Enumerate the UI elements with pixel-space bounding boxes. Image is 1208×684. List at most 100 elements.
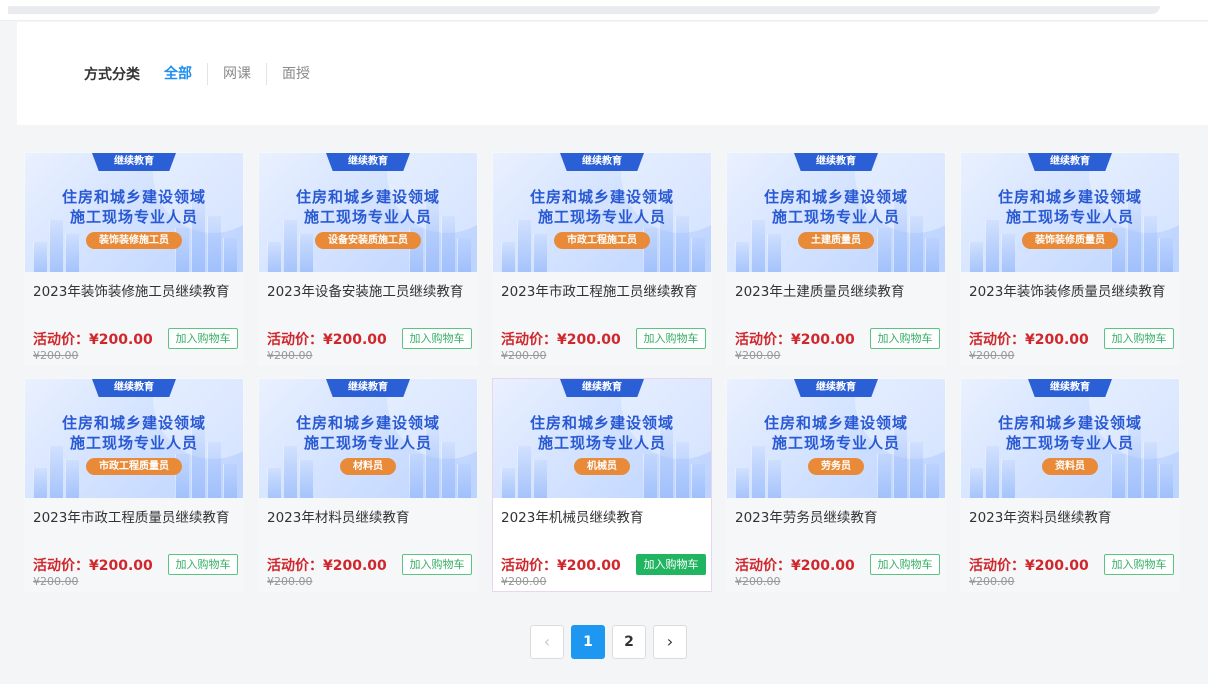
- sale-price: 活动价：¥200.00: [267, 558, 387, 574]
- banner-decoration: [767, 460, 781, 498]
- course-title[interactable]: 2023年装饰装修质量员继续教育: [969, 280, 1165, 300]
- banner-title-line1: 住房和城乡建设领域: [529, 188, 674, 206]
- banner-decoration: [299, 460, 313, 498]
- add-to-cart-button[interactable]: 加入购物车: [402, 328, 472, 349]
- banner-decoration: [267, 468, 281, 498]
- banner-decoration: [517, 446, 531, 498]
- course-title[interactable]: 2023年市政工程质量员继续教育: [33, 506, 229, 526]
- add-to-cart-button[interactable]: 加入购物车: [636, 328, 706, 349]
- banner-decoration: [223, 238, 237, 272]
- banner-decoration: [1001, 460, 1015, 498]
- banner-title-line2: 施工现场专业人员: [303, 208, 432, 226]
- course-card[interactable]: 继续教育 住房和城乡建设领域 施工现场专业人员 市政工程质量员 2023年市政工程质量员…: [24, 378, 244, 592]
- banner-title-line1: 住房和城乡建设领域: [61, 188, 206, 206]
- sale-price: 活动价：¥200.00: [501, 332, 621, 348]
- add-to-cart-button[interactable]: 加入购物车: [1104, 328, 1174, 349]
- banner-decoration: [877, 454, 891, 498]
- banner-role-pill: 土建质量员: [798, 232, 874, 249]
- banner-role-pill: 市政工程质量员: [86, 458, 182, 475]
- banner-decoration: [409, 454, 423, 498]
- original-price: ¥200.00: [501, 349, 547, 362]
- banner-title-line2: 施工现场专业人员: [537, 434, 666, 452]
- banner-decoration: [517, 220, 531, 272]
- add-to-cart-button[interactable]: 加入购物车: [1104, 554, 1174, 575]
- banner-role-pill: 装饰装修施工员: [86, 232, 182, 249]
- banner-title-line1: 住房和城乡建设领域: [529, 414, 674, 432]
- banner-decoration: [877, 228, 891, 272]
- banner-decoration: [751, 446, 765, 498]
- banner-role-pill: 设备安装质施工员: [315, 232, 421, 249]
- course-title[interactable]: 2023年材料员继续教育: [267, 506, 409, 526]
- filter-option-all[interactable]: 全部: [164, 63, 207, 85]
- original-price: ¥200.00: [735, 575, 781, 588]
- sale-price: 活动价：¥200.00: [33, 332, 153, 348]
- banner-decoration: [49, 446, 63, 498]
- course-card[interactable]: 继续教育 住房和城乡建设领域 施工现场专业人员 劳务员 2023年劳务员继续教育 活动价：…: [726, 378, 946, 592]
- page-button-2[interactable]: 2: [612, 625, 646, 659]
- banner-decoration: [969, 468, 983, 498]
- course-banner: 继续教育住房和城乡建设领域 施工现场专业人员 市政工程施工员: [493, 153, 711, 272]
- banner-decoration: [985, 446, 999, 498]
- banner-category-tag: 继续教育: [560, 153, 644, 171]
- top-scroll-bar: [8, 6, 1160, 14]
- course-card[interactable]: 继续教育 住房和城乡建设领域 施工现场专业人员 材料员 2023年材料员继续教育活动价：…: [258, 378, 478, 592]
- banner-decoration: [643, 454, 657, 498]
- course-card[interactable]: 继续教育 住房和城乡建设领域 施工现场专业人员 资料员 2023年资料员继续教育 活动价：…: [960, 378, 1180, 592]
- banner-decoration: [33, 242, 47, 272]
- course-title[interactable]: 2023年装饰装修施工员继续教育: [33, 280, 229, 300]
- banner-decoration: [1159, 464, 1173, 498]
- banner-category-tag: 继续教育: [326, 379, 410, 397]
- add-to-cart-button[interactable]: 加入购物车: [870, 554, 940, 575]
- top-strip: [0, 0, 1208, 21]
- banner-decoration: [457, 238, 471, 272]
- course-title[interactable]: 2023年土建质量员继续教育: [735, 280, 904, 300]
- banner-decoration: [691, 464, 705, 498]
- chevron-right-icon[interactable]: ›: [653, 625, 687, 659]
- course-card[interactable]: 继续教育 住房和城乡建设领域 施工现场专业人员 土建质量员 2023年土建质量员继续教育…: [726, 152, 946, 366]
- course-title[interactable]: 2023年资料员继续教育: [969, 506, 1111, 526]
- banner-role-pill: 市政工程施工员: [554, 232, 650, 249]
- course-title[interactable]: 2023年机械员继续教育: [501, 506, 643, 526]
- course-card[interactable]: 继续教育住房和城乡建设领域 施工现场专业人员 市政工程施工员 2023年市政工程施工员…: [492, 152, 712, 366]
- banner-category-tag: 继续教育: [326, 153, 410, 171]
- banner-decoration: [985, 220, 999, 272]
- banner-decoration: [1111, 454, 1125, 498]
- banner-category-tag: 继续教育: [794, 379, 878, 397]
- banner-decoration: [751, 220, 765, 272]
- original-price: ¥200.00: [267, 349, 313, 362]
- banner-title-line2: 施工现场专业人员: [1005, 208, 1134, 226]
- add-to-cart-button[interactable]: 加入购物车: [168, 554, 238, 575]
- course-title[interactable]: 2023年市政工程施工员继续教育: [501, 280, 697, 300]
- original-price: ¥200.00: [735, 349, 781, 362]
- sale-price: 活动价：¥200.00: [969, 558, 1089, 574]
- banner-decoration: [533, 460, 547, 498]
- course-card[interactable]: 继续教育 住房和城乡建设领域 施工现场专业人员 机械员 2023年机械员继续教育 活动价：…: [492, 378, 712, 592]
- banner-decoration: [501, 242, 515, 272]
- filter-option-offline[interactable]: 面授: [267, 63, 325, 85]
- course-card[interactable]: 继续教育 住房和城乡建设领域 施工现场专业人员 设备安装质施工员 2023年设备安装施工…: [258, 152, 478, 366]
- course-card[interactable]: 继续教育 住房和城乡建设领域 施工现场专业人员 装饰装修施工员 2023年装饰装修施工员…: [24, 152, 244, 366]
- banner-title-line1: 住房和城乡建设领域: [997, 414, 1142, 432]
- chevron-left-icon[interactable]: ‹: [530, 625, 564, 659]
- banner-decoration: [1001, 234, 1015, 272]
- add-to-cart-button[interactable]: 加入购物车: [168, 328, 238, 349]
- banner-decoration: [283, 446, 297, 498]
- filter-option-online[interactable]: 网课: [208, 63, 266, 85]
- course-card[interactable]: 继续教育 住房和城乡建设领域 施工现场专业人员 装饰装修质量员 2023年装饰装修质量员…: [960, 152, 1180, 366]
- filter-label: 方式分类: [84, 67, 140, 83]
- original-price: ¥200.00: [33, 575, 79, 588]
- add-to-cart-button[interactable]: 加入购物车: [870, 328, 940, 349]
- add-to-cart-button[interactable]: 加入购物车: [402, 554, 472, 575]
- original-price: ¥200.00: [969, 349, 1015, 362]
- banner-category-tag: 继续教育: [794, 153, 878, 171]
- course-title[interactable]: 2023年劳务员继续教育: [735, 506, 877, 526]
- banner-category-tag: 继续教育: [1028, 153, 1112, 171]
- add-to-cart-button[interactable]: 加入购物车: [636, 554, 706, 575]
- course-banner: 继续教育 住房和城乡建设领域 施工现场专业人员 材料员: [259, 379, 477, 498]
- banner-decoration: [925, 464, 939, 498]
- sale-price: 活动价：¥200.00: [501, 558, 621, 574]
- banner-title-line2: 施工现场专业人员: [537, 208, 666, 226]
- page-button-1[interactable]: 1: [571, 625, 605, 659]
- course-title[interactable]: 2023年设备安装施工员继续教育: [267, 280, 463, 300]
- banner-decoration: [735, 468, 749, 498]
